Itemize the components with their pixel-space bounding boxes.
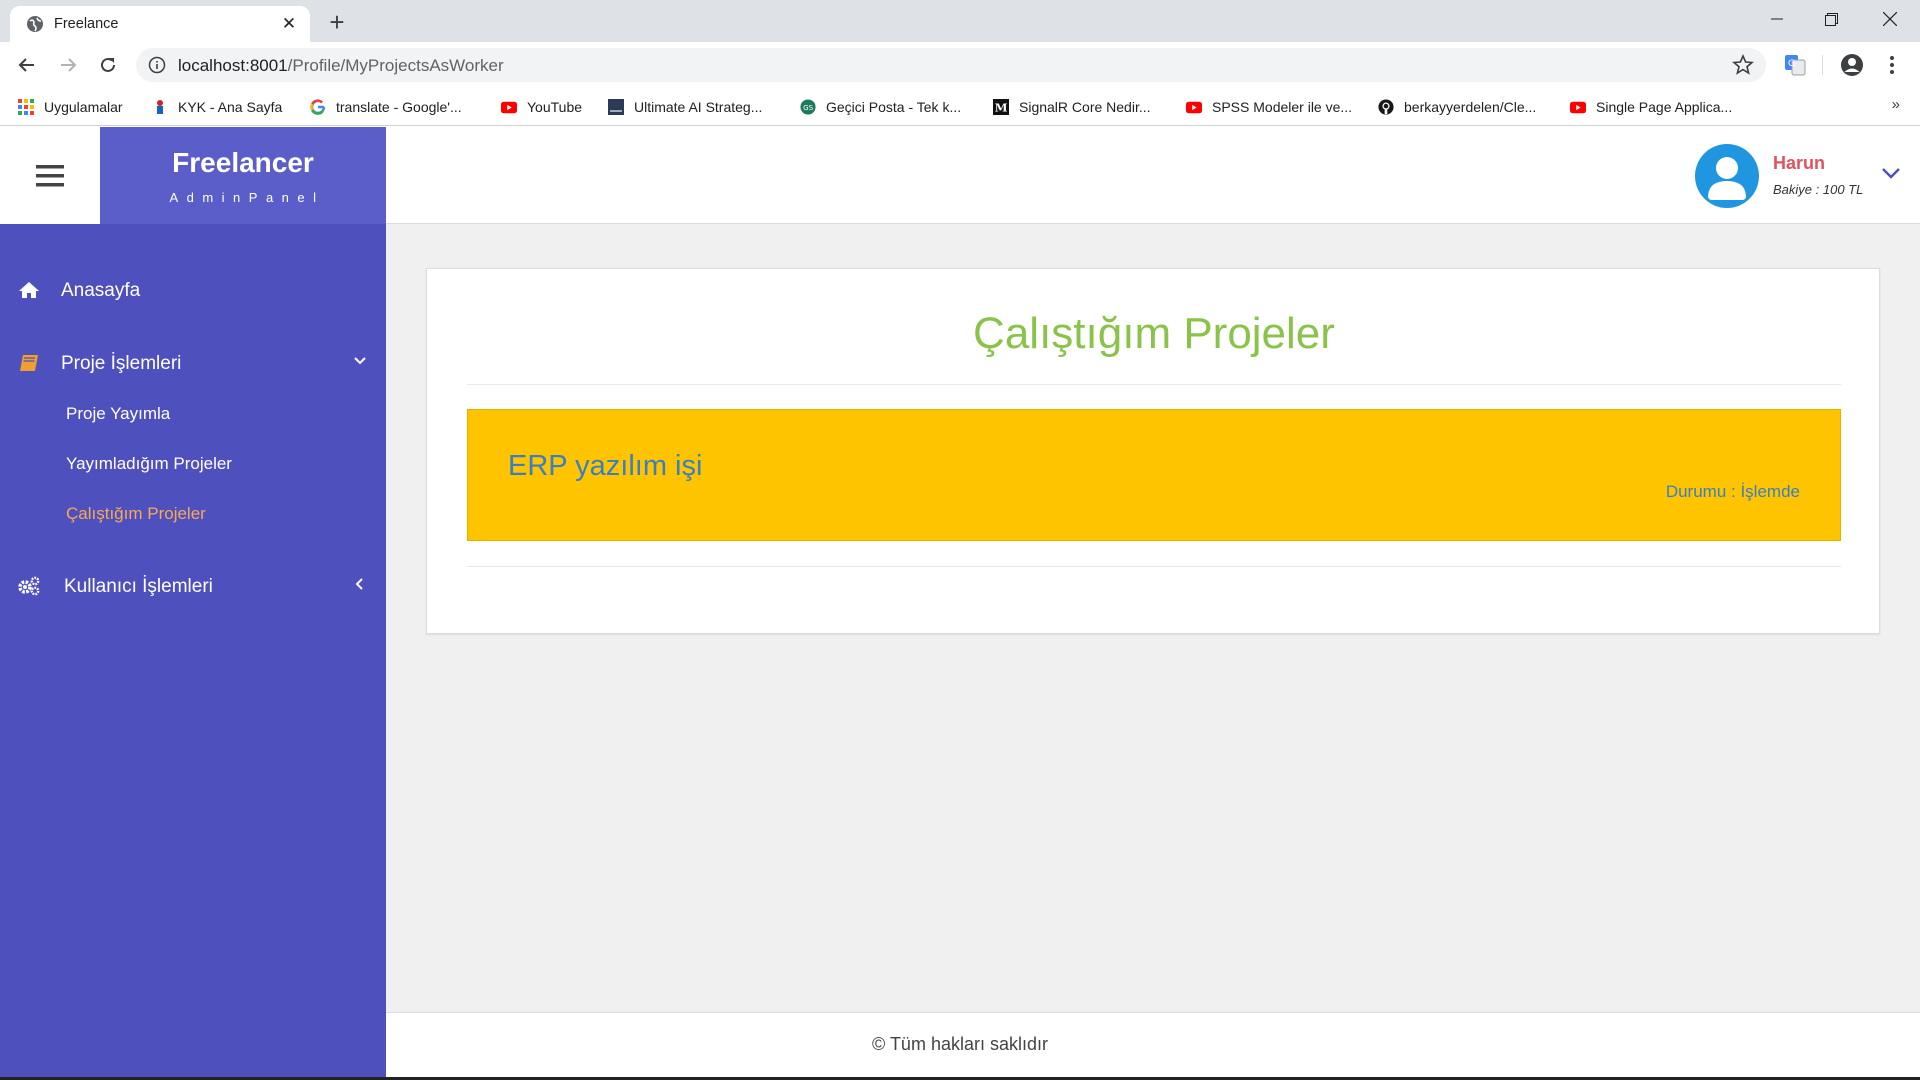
top-header: Harun Bakiye : 100 TL — [386, 127, 1920, 224]
google-icon — [310, 99, 326, 115]
brand-title: Freelancer — [172, 147, 314, 178]
page-title: Çalıştığım Projeler — [973, 309, 1335, 358]
close-window-icon[interactable] — [1862, 0, 1917, 38]
youtube-icon — [501, 99, 517, 115]
bookmark-label: YouTube — [527, 99, 583, 115]
sidebar-item-label: Anasayfa — [61, 280, 141, 301]
chevron-left-icon — [355, 578, 363, 590]
bookmark-translate[interactable]: translate - Google'... — [310, 94, 462, 120]
globe-icon — [27, 16, 43, 32]
book-icon — [17, 353, 41, 373]
back-arrow-icon[interactable] — [13, 51, 41, 79]
sidebar-subitem-publish[interactable]: Proje Yayımla — [66, 404, 170, 424]
project-status: Durumu : İşlemde — [1665, 482, 1800, 501]
youtube-icon — [1186, 99, 1202, 115]
bookmark-star-icon[interactable] — [1732, 54, 1754, 76]
bookmark-github[interactable]: berkayyerdelen/Cle... — [1378, 94, 1536, 120]
sidebar-subitem-working[interactable]: Çalıştığım Projeler — [66, 504, 206, 524]
svg-text:M: M — [995, 100, 1008, 114]
brand-logo[interactable]: Freelancer AdminPanel — [100, 127, 386, 224]
bookmark-label: berkayyerdelen/Cle... — [1404, 99, 1537, 115]
bookmark-signalr[interactable]: M SignalR Core Nedir... — [993, 94, 1151, 120]
close-tab-icon[interactable]: ✕ — [278, 13, 300, 35]
bookmark-label: Geçici Posta - Tek k... — [826, 99, 962, 115]
svg-text:GS: GS — [803, 103, 814, 112]
url-path: /Profile/MyProjectsAsWorker — [287, 56, 504, 75]
user-balance: Bakiye : 100 TL — [1773, 182, 1864, 197]
bookmark-spss[interactable]: SPSS Modeler ile ve... — [1186, 94, 1352, 120]
bookmark-label: Ultimate AI Strateg... — [634, 99, 763, 115]
chevron-down-icon[interactable] — [1880, 165, 1902, 181]
divider — [467, 566, 1841, 567]
bookmark-apps[interactable]: Uygulamalar — [18, 94, 123, 120]
sidebar-subitem-published[interactable]: Yayımladığım Projeler — [66, 454, 232, 474]
browser-tab[interactable]: Freelance ✕ — [10, 6, 310, 42]
medium-icon: M — [993, 99, 1009, 115]
divider — [467, 384, 1841, 385]
apps-grid-icon — [18, 99, 34, 115]
browser-toolbar: localhost:8001/Profile/MyProjectsAsWorke… — [0, 42, 1920, 88]
svg-text:G: G — [1788, 59, 1795, 69]
translate-icon[interactable]: G — [1781, 51, 1809, 79]
bookmark-ultimate-ai[interactable]: Ultimate AI Strateg... — [608, 94, 762, 120]
kyk-icon — [152, 99, 168, 115]
sidebar-item-home[interactable]: Anasayfa — [0, 270, 386, 310]
forward-arrow-icon[interactable] — [54, 51, 82, 79]
reload-icon[interactable] — [94, 51, 122, 79]
browser-tab-strip: Freelance ✕ + — [0, 0, 1920, 42]
app-root: Freelancer AdminPanel Anasayfa Proje İşl… — [0, 127, 1920, 1080]
bookmark-kyk[interactable]: KYK - Ana Sayfa — [152, 94, 282, 120]
bookmark-label: Single Page Applica... — [1596, 99, 1733, 115]
bookmark-spa[interactable]: Single Page Applica... — [1570, 94, 1732, 120]
projects-card: Çalıştığım Projeler ERP yazılım işi Duru… — [426, 268, 1880, 634]
hamburger-icon[interactable] — [36, 164, 64, 187]
user-name[interactable]: Harun — [1773, 153, 1825, 174]
address-bar[interactable]: localhost:8001/Profile/MyProjectsAsWorke… — [136, 48, 1766, 82]
bookmark-youtube[interactable]: YouTube — [501, 94, 582, 120]
sidebar-toggle[interactable] — [0, 127, 100, 224]
sidebar-item-projects[interactable]: Proje İşlemleri — [0, 343, 386, 383]
url-text[interactable]: localhost:8001/Profile/MyProjectsAsWorke… — [178, 56, 504, 76]
bookmark-label: KYK - Ana Sayfa — [178, 99, 283, 115]
toolbar-divider — [1822, 55, 1823, 75]
menu-dots-icon[interactable] — [1878, 51, 1906, 79]
project-item[interactable]: ERP yazılım işi Durumu : İşlemde — [467, 409, 1841, 541]
sidebar-item-users[interactable]: Kullanıcı İşlemleri — [0, 566, 386, 606]
page-icon — [608, 99, 624, 115]
chevron-down-icon — [354, 357, 366, 365]
info-icon[interactable] — [148, 56, 166, 74]
cogs-icon — [17, 576, 41, 596]
bookmark-gecici-posta[interactable]: GS Geçici Posta - Tek k... — [800, 94, 961, 120]
restore-icon[interactable] — [1804, 0, 1859, 38]
url-host: localhost:8001 — [178, 56, 288, 75]
sidebar-item-label: Kullanıcı İşlemleri — [64, 576, 213, 597]
bookmark-label: translate - Google'... — [336, 99, 462, 115]
user-avatar-icon[interactable] — [1695, 144, 1759, 208]
brand-subtitle: AdminPanel — [169, 190, 325, 205]
footer-copyright: © Tüm hakları saklıdır — [872, 1034, 1048, 1054]
new-tab-icon[interactable]: + — [322, 7, 352, 37]
home-icon — [17, 280, 41, 300]
more-bookmarks-icon[interactable]: » — [1892, 96, 1900, 113]
github-icon — [1378, 99, 1394, 115]
mail-icon: GS — [800, 99, 816, 115]
bookmark-label: Uygulamalar — [44, 99, 123, 115]
bookmark-label: SignalR Core Nedir... — [1019, 99, 1151, 115]
sidebar: Freelancer AdminPanel Anasayfa Proje İşl… — [0, 127, 386, 1080]
youtube-icon — [1570, 99, 1586, 115]
profile-icon[interactable] — [1838, 51, 1866, 79]
minimize-icon[interactable] — [1749, 0, 1804, 38]
bookmark-label: SPSS Modeler ile ve... — [1212, 99, 1353, 115]
tab-title: Freelance — [54, 16, 119, 32]
bookmarks-bar: Uygulamalar KYK - Ana Sayfa translate - … — [0, 88, 1920, 126]
sidebar-item-label: Proje İşlemleri — [61, 353, 182, 374]
project-name[interactable]: ERP yazılım işi — [508, 450, 702, 483]
footer: © Tüm hakları saklıdır — [386, 1012, 1920, 1080]
